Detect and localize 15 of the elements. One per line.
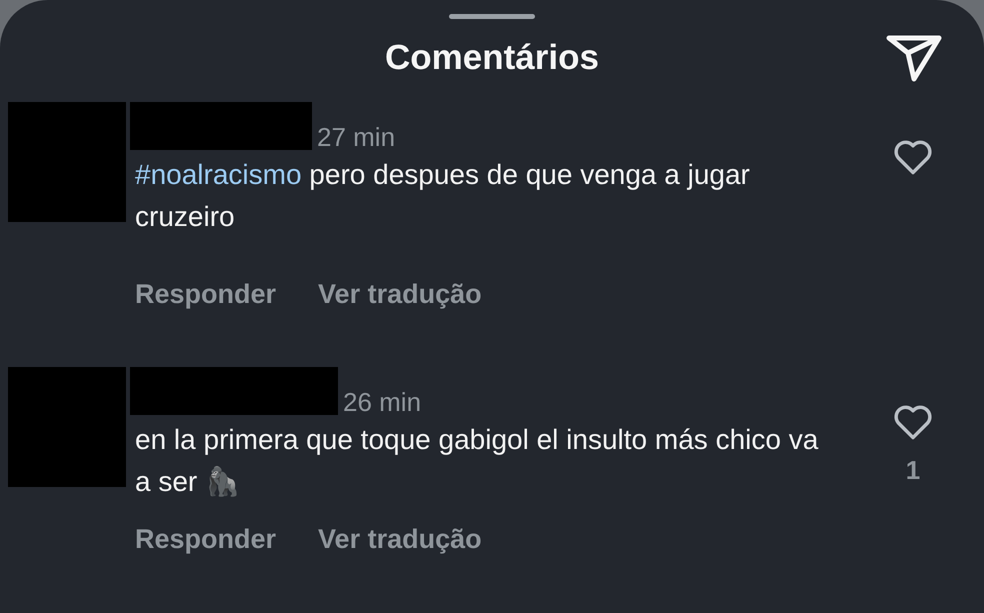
comment-text: #noalracismo pero despues de que venga a jugar cruzeiro — [135, 158, 751, 234]
drag-handle[interactable] — [449, 14, 535, 19]
like-count: 1 — [906, 454, 920, 486]
comment-action-link[interactable]: Ver tradução — [318, 274, 482, 314]
window-title: Comentários — [385, 36, 599, 79]
comment-time: 26 min — [343, 386, 422, 416]
comment-time: 27 min — [317, 122, 396, 152]
comment-action-link[interactable]: Responder — [135, 518, 276, 559]
send-icon[interactable] — [886, 33, 942, 83]
comment-action-link[interactable]: Ver tradução — [318, 518, 482, 559]
comment-text: en la primera que toque gabigol el insulto más chico va a ser 🦍 — [135, 422, 820, 499]
hashtag-link[interactable]: #noalracismo — [135, 159, 302, 190]
heart-icon[interactable] — [892, 402, 934, 440]
comment-action-link[interactable]: Responder — [135, 274, 276, 314]
heart-icon[interactable] — [892, 138, 934, 176]
